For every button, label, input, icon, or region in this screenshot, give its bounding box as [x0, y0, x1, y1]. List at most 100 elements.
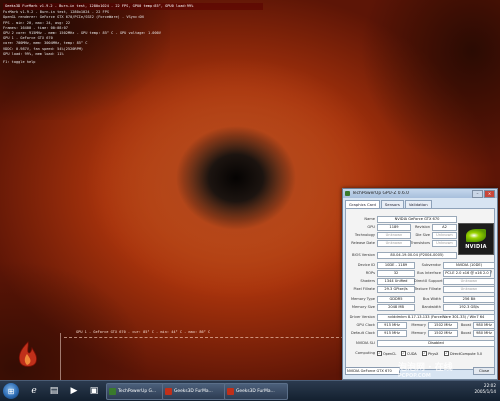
directcompute-label: DirectCompute 5.0: [450, 351, 483, 356]
default-clock-label: Default Clock: [350, 331, 375, 335]
die-size-label: Die Size: [415, 233, 431, 237]
cuda-label: CUDA: [407, 351, 417, 356]
boost-label: Boost: [460, 323, 471, 327]
task-gpuz[interactable]: TechPowerUp G...: [106, 383, 164, 400]
furmark-task-icon: [227, 388, 234, 395]
gpu-label: GPU: [367, 225, 375, 229]
pixel-fillrate-label: Pixel Fillrate: [353, 287, 375, 291]
gpuz-app-icon: [345, 191, 350, 196]
gpu-select-dropdown[interactable]: NVIDIA GeForce GTX 670: [345, 367, 400, 375]
revision-label: Revision: [414, 225, 430, 229]
revision-value: A2: [432, 224, 457, 231]
default-memory-value: 1502 MHz: [428, 330, 458, 337]
rops-label: ROPs: [365, 271, 375, 275]
nvidia-logo-word: NVIDIA: [465, 243, 487, 250]
transistors-label: Transistors: [410, 241, 430, 245]
explorer-folder-icon[interactable]: ▤: [46, 384, 62, 398]
gpuz-titlebar[interactable]: TechPowerUp GPU-Z 0.6.0 – ×: [343, 189, 497, 198]
bus-interface-value: PCI-E 2.0 x16 @ x16 2.0: [443, 270, 491, 277]
rops-value: 32: [377, 270, 415, 277]
physx-label: PhysX: [428, 351, 439, 356]
sli-label: NVIDIA SLI: [356, 341, 375, 345]
ie-icon[interactable]: ℯ: [26, 384, 42, 398]
bandwidth-label: Bandwidth: [421, 305, 441, 309]
memory-type-label: Memory Type: [350, 297, 375, 301]
gpuz-pinned-icon[interactable]: ▣: [86, 384, 102, 398]
task-label: Geeks3D FurMa...: [174, 389, 213, 394]
furmark-flame-icon: [18, 341, 37, 367]
name-label: Name: [364, 217, 375, 221]
physx-checkbox[interactable]: ✓ PhysX: [422, 351, 438, 356]
die-size-value: Unknown: [432, 232, 457, 239]
hud-title: Geeks3D FurMark v1.9.2 - Burn-in test, 1…: [3, 3, 263, 11]
shaders-value: 1344 Unified: [377, 278, 415, 285]
shaders-label: Shaders: [360, 279, 375, 283]
memory-clock-label: Memory: [411, 323, 426, 327]
texture-fillrate-label: Texture Fillrate: [414, 287, 441, 291]
graphics-card-panel: Name NVIDIA GeForce GTX 670 GPU 1189 Rev…: [345, 208, 495, 370]
driver-version-label: Driver Version: [349, 315, 375, 319]
temperature-graph-label: GPU 1 - GeForce GTX 670 - cur: 85° C - m…: [76, 330, 211, 334]
opencl-label: OpenCL: [383, 351, 397, 356]
site-watermark: 泡泡网 · 在线 PCPOP.COM: [398, 360, 453, 379]
close-button[interactable]: Close: [473, 367, 495, 375]
directcompute-checkbox[interactable]: ✓ DirectCompute 5.0: [444, 351, 482, 356]
boost-value: 980 MHz: [473, 322, 495, 329]
media-player-icon[interactable]: ▶: [66, 384, 82, 398]
gpuz-task-icon: [109, 388, 116, 395]
cuda-checkbox[interactable]: ✓ CUDA: [401, 351, 417, 356]
default-clock-value: 915 MHz: [377, 330, 407, 337]
sli-value: Disabled: [377, 340, 495, 347]
start-button[interactable]: ⊞: [3, 383, 19, 399]
opencl-checkbox[interactable]: ✓ OpenCL: [377, 351, 396, 356]
gpuz-window: TechPowerUp GPU-Z 0.6.0 – × Graphics Car…: [342, 188, 498, 380]
bus-width-label: Bus Width: [422, 297, 441, 301]
tab-validation[interactable]: Validation: [404, 200, 432, 208]
bios-value: 80.04.19.00.04 (P2004-0005): [377, 252, 457, 259]
technology-label: Technology: [354, 233, 375, 237]
tab-graphics-card[interactable]: Graphics Card: [345, 200, 380, 208]
task-label: Geeks3D FurMa...: [236, 389, 275, 394]
help-icon[interactable]: ?: [490, 270, 492, 275]
technology-value: Unknown: [377, 232, 411, 239]
bandwidth-value: 192.3 GB/s: [443, 304, 495, 311]
directx-label: DirectX Support: [414, 279, 443, 283]
system-tray-clock[interactable]: 22:02 2005/1/14: [475, 383, 496, 395]
furmark-task-icon: [165, 388, 172, 395]
temperature-graph-line: [64, 337, 344, 339]
device-id-value: 10DE - 1189: [377, 262, 415, 269]
default-boost-label: Boost: [460, 331, 471, 335]
gpu-value: 1189: [377, 224, 411, 231]
release-date-label: Release Date: [351, 241, 375, 245]
subvendor-label: Subvendor: [421, 263, 441, 267]
subvendor-value: NVIDIA (10DE): [443, 262, 495, 269]
name-value: NVIDIA GeForce GTX 670: [377, 216, 457, 223]
memory-size-label: Memory Size: [351, 305, 375, 309]
bios-label: BIOS Version: [352, 253, 375, 257]
minimize-button[interactable]: –: [472, 189, 483, 198]
tab-sensors[interactable]: Sensors: [380, 200, 404, 208]
memory-size-value: 2048 MB: [377, 304, 415, 311]
bus-width-value: 256 Bit: [443, 296, 495, 303]
gpuz-tabs: Graphics Card Sensors Validation: [343, 198, 497, 208]
clock-date: 2005/1/14: [474, 389, 496, 394]
render-shadow: [360, 0, 500, 170]
default-boost-value: 980 MHz: [473, 330, 495, 337]
close-window-button[interactable]: ×: [484, 189, 495, 198]
bus-interface-label: Bus Interface: [417, 271, 441, 275]
release-date-value: Unknown: [377, 240, 411, 247]
task-furmark-2[interactable]: Geeks3D FurMa...: [224, 383, 288, 400]
gpu-clock-label: GPU Clock: [356, 323, 376, 327]
default-memory-label: Memory: [411, 331, 426, 335]
nvidia-eye-icon: [466, 228, 486, 242]
watermark-en: PCPOP.COM: [398, 373, 431, 379]
computing-label: Computing: [355, 351, 375, 355]
directx-value: Unknown: [443, 278, 495, 285]
gpu-clock-value: 915 MHz: [377, 322, 407, 329]
gpuz-title: TechPowerUp GPU-Z 0.6.0: [352, 191, 409, 196]
furmark-hud: Geeks3D FurMark v1.9.2 - Burn-in test, 1…: [3, 3, 263, 65]
watermark-cn: 泡泡网 · 在线: [398, 363, 453, 373]
hud-line: GPU load: 99%, mem load: 11%: [3, 51, 64, 56]
memory-clock-value: 1502 MHz: [428, 322, 458, 329]
task-furmark[interactable]: Geeks3D FurMa...: [162, 383, 226, 400]
